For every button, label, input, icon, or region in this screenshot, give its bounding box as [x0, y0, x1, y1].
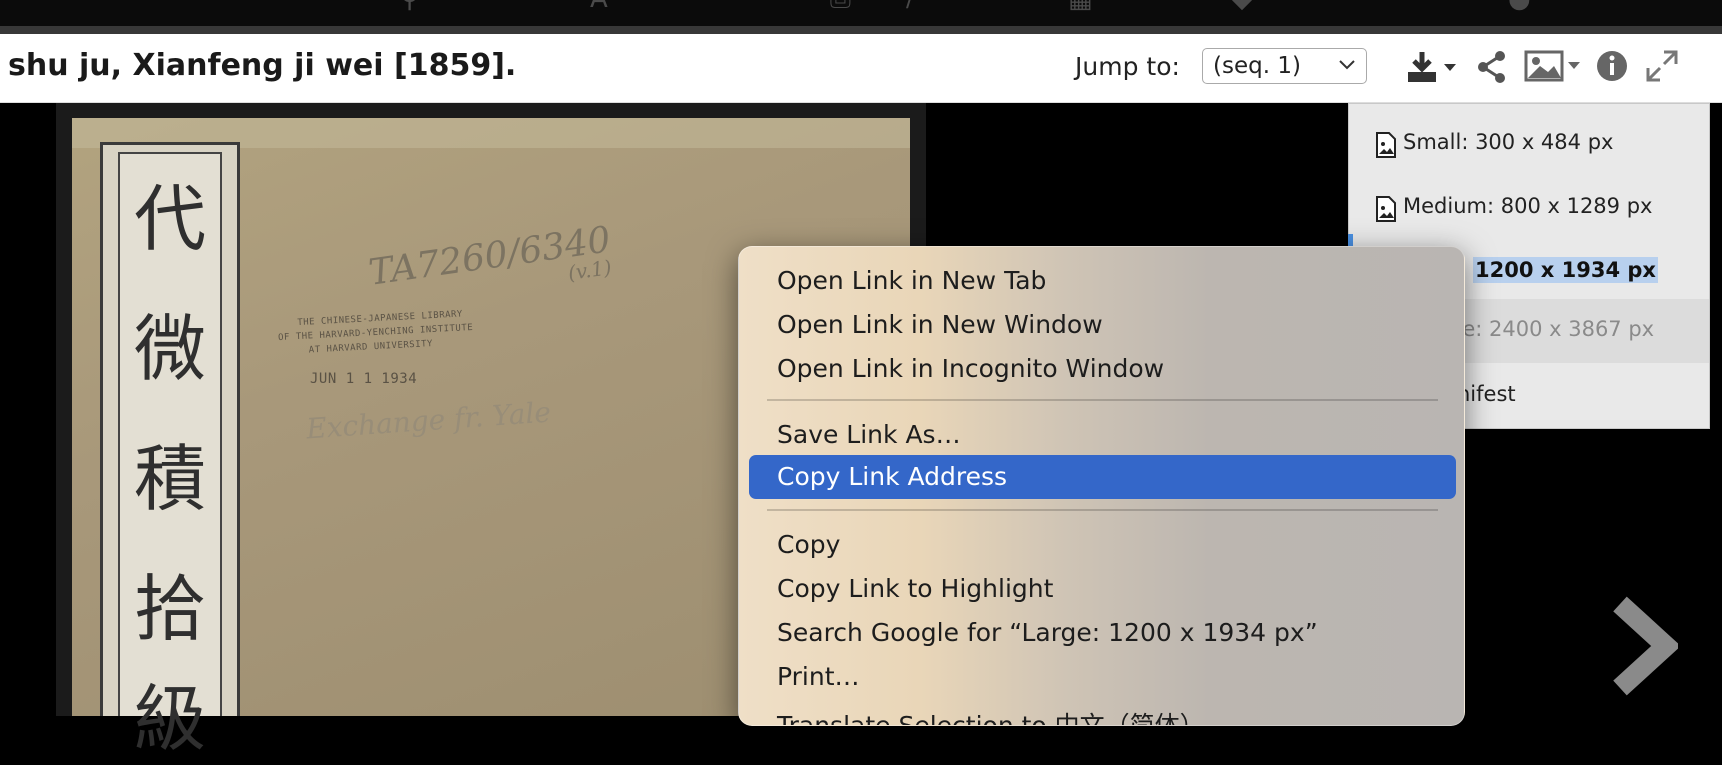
- menu-copy-link-address[interactable]: Copy Link Address: [749, 455, 1456, 499]
- title-char-5: 級: [133, 677, 206, 761]
- menu-item-label: Open Link in New Window: [777, 310, 1103, 339]
- size-option-label: nifest: [1457, 382, 1516, 406]
- size-option-medium[interactable]: Medium: 800 x 1289 px: [1349, 176, 1709, 240]
- jump-to-value: (seq. 1): [1213, 53, 1301, 79]
- menu-separator: [767, 399, 1438, 401]
- chevron-down-icon: [1339, 60, 1355, 70]
- menu-translate-selection[interactable]: Translate Selection to 中文（简体）: [749, 699, 1456, 726]
- menu-open-new-tab[interactable]: Open Link in New Tab: [749, 259, 1456, 303]
- next-page-arrow-icon[interactable]: [1608, 596, 1678, 696]
- top-toolbar-text: /: [906, 0, 914, 12]
- menu-search-google[interactable]: Search Google for “Large: 1200 x 1934 px…: [749, 611, 1456, 655]
- menu-item-label: Save Link As…: [777, 420, 961, 449]
- menu-item-label: Translate Selection to 中文（简体）: [777, 711, 1205, 726]
- menu-print[interactable]: Print…: [749, 655, 1456, 699]
- grid-icon[interactable]: ▦: [1068, 0, 1098, 12]
- size-option-label: Small: 300 x 484 px: [1403, 130, 1614, 154]
- search-icon[interactable]: ⚲: [400, 0, 430, 12]
- image-file-icon: [1376, 196, 1396, 222]
- date-stamp: JUN 1 1 1934: [310, 371, 418, 387]
- fullscreen-icon[interactable]: [1646, 50, 1678, 82]
- menu-item-label: Copy Link to Highlight: [777, 574, 1054, 603]
- menu-separator: [767, 509, 1438, 511]
- tag-icon[interactable]: ◆: [1232, 0, 1262, 12]
- top-toolbar: ⚲ A ⎙ / ▦ ◆ ●: [0, 0, 1722, 28]
- download-icon[interactable]: [1406, 50, 1462, 86]
- menu-save-link-as[interactable]: Save Link As…: [749, 413, 1456, 457]
- menu-copy[interactable]: Copy: [749, 523, 1456, 567]
- print-icon[interactable]: ⎙: [830, 0, 860, 12]
- item-title: shu ju, Xianfeng ji wei [1859].: [8, 48, 517, 83]
- context-menu: Open Link in New Tab Open Link in New Wi…: [738, 246, 1465, 726]
- jump-to-select[interactable]: (seq. 1): [1202, 48, 1367, 84]
- menu-item-label: Open Link in New Tab: [777, 266, 1047, 295]
- info-icon[interactable]: [1596, 50, 1628, 82]
- menu-item-label: Open Link in Incognito Window: [777, 354, 1165, 383]
- size-option-label: ge: 2400 x 3867 px: [1449, 317, 1655, 341]
- size-option-label-wrap: 1200 x 1934 px: [1473, 257, 1658, 283]
- size-option-small[interactable]: Small: 300 x 484 px: [1349, 112, 1709, 176]
- title-char-3: 積: [133, 437, 206, 521]
- title-char-1: 代: [133, 177, 206, 261]
- size-option-label: Medium: 800 x 1289 px: [1403, 194, 1653, 218]
- menu-item-label: Copy: [777, 530, 841, 559]
- menu-item-label: Search Google for “Large: 1200 x 1934 px…: [777, 618, 1318, 647]
- menu-item-label: Copy Link Address: [777, 462, 1008, 491]
- menu-open-incognito[interactable]: Open Link in Incognito Window: [749, 347, 1456, 391]
- share-icon[interactable]: [1476, 50, 1508, 84]
- image-file-icon: [1376, 132, 1396, 158]
- jump-to-label: Jump to:: [1075, 52, 1180, 81]
- top-divider: [0, 26, 1722, 34]
- menu-item-label: Print…: [777, 662, 860, 691]
- viewer-header: shu ju, Xianfeng ji wei [1859]. Jump to:…: [0, 34, 1722, 103]
- title-char-4: 拾: [133, 567, 206, 651]
- title-char-2: 微: [133, 307, 206, 391]
- menu-open-new-window[interactable]: Open Link in New Window: [749, 303, 1456, 347]
- image-size-icon[interactable]: [1524, 50, 1584, 84]
- text-icon[interactable]: A: [590, 0, 620, 12]
- help-icon[interactable]: ●: [1508, 0, 1538, 12]
- size-option-label: 1200 x 1934 px: [1473, 257, 1658, 283]
- menu-copy-link-highlight[interactable]: Copy Link to Highlight: [749, 567, 1456, 611]
